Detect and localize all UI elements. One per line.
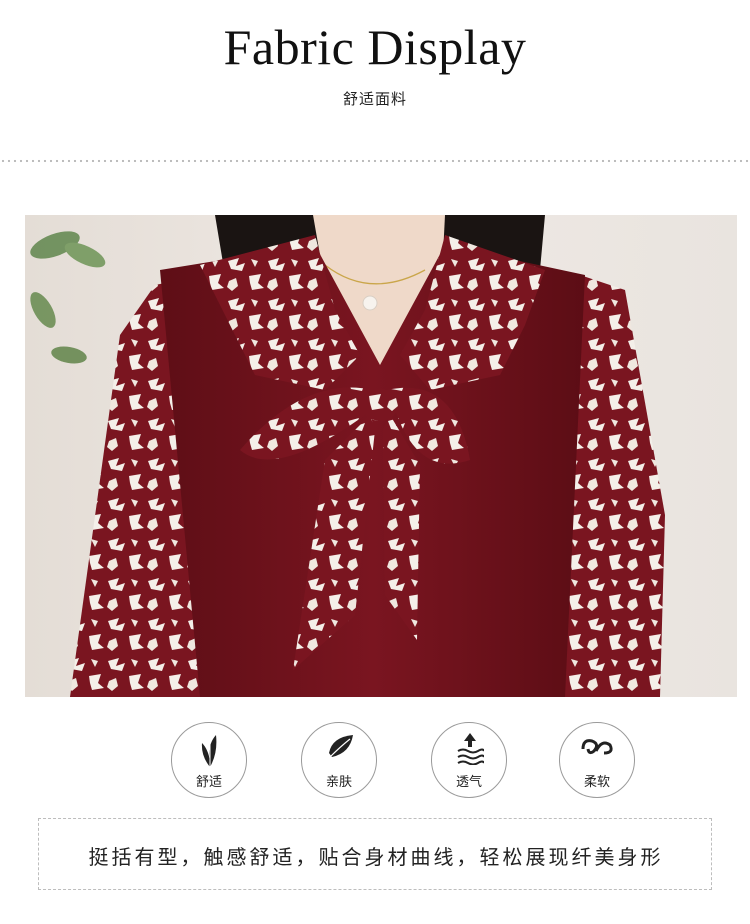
description-text: 挺括有型，触感舒适，贴合身材曲线，轻松展现纤美身形 — [88, 845, 664, 869]
description-box: 挺括有型，触感舒适，贴合身材曲线，轻松展现纤美身形 — [38, 818, 712, 890]
feature-label: 亲肤 — [325, 775, 352, 790]
page-subtitle: 舒适面料 — [342, 90, 407, 108]
page-title: Fabric Display — [223, 19, 527, 75]
leaf-icon — [201, 735, 217, 767]
soft-swirl-icon — [581, 739, 613, 755]
airflow-icon — [457, 733, 484, 765]
dotted-divider — [0, 159, 750, 163]
feature-comfort: 舒适 — [171, 722, 247, 798]
feature-skin: 亲肤 — [301, 722, 377, 798]
feature-label: 柔软 — [583, 775, 610, 790]
product-photo — [25, 215, 737, 697]
feature-breathable: 透气 — [431, 722, 507, 798]
feature-label: 透气 — [455, 775, 482, 790]
feature-icons: 舒适 亲肤 透气 柔软 — [0, 722, 750, 802]
feature-soft: 柔软 — [559, 722, 635, 798]
skin-icon — [329, 735, 353, 758]
feature-label: 舒适 — [195, 775, 222, 790]
